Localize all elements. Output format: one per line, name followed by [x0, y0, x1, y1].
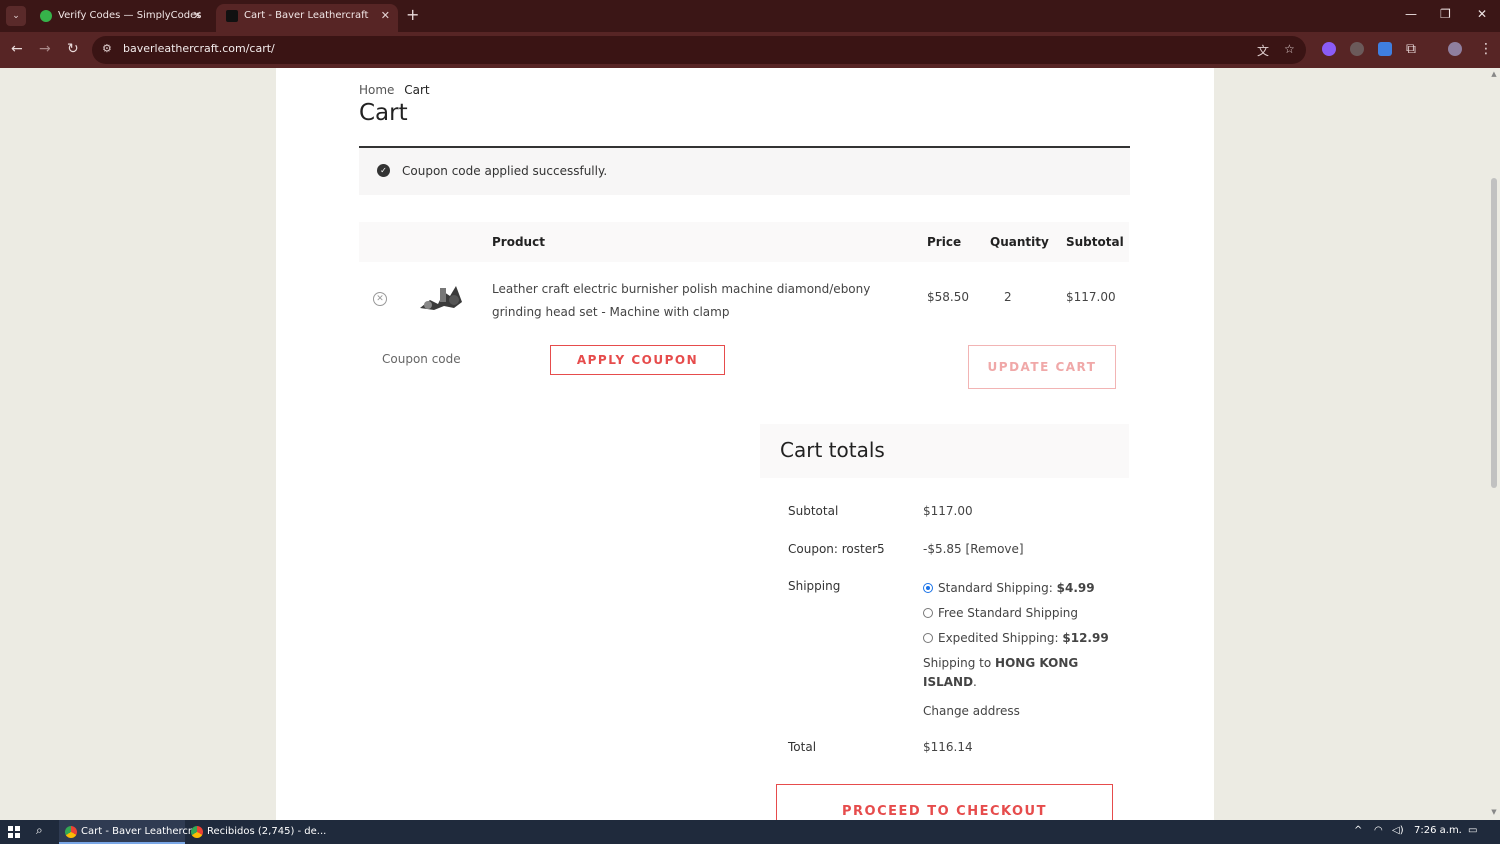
subtotal-label: Subtotal [788, 504, 839, 518]
shipping-destination: Shipping to HONG KONG ISLAND. [923, 656, 1079, 689]
taskbar-app-mail[interactable]: Recibidos (2,745) - de... [185, 820, 326, 844]
minimize-icon[interactable]: — [1405, 7, 1417, 21]
chrome-icon [191, 826, 203, 838]
page-title: Cart [359, 100, 408, 126]
coupon-line-value: -$5.85 [Remove] [923, 542, 1024, 556]
product-thumbnail[interactable] [414, 278, 468, 316]
taskbar-search-icon[interactable]: ⌕ [36, 823, 43, 838]
remove-coupon-link[interactable]: [Remove] [966, 542, 1024, 556]
clock-time[interactable]: 7:26 a.m. [1414, 825, 1462, 836]
cart-totals-title: Cart totals [780, 438, 885, 462]
breadcrumb: Home Cart [359, 83, 430, 97]
back-icon[interactable]: ← [11, 41, 23, 57]
item-subtotal: $117.00 [1066, 290, 1116, 304]
shipping-label: Shipping [788, 579, 841, 593]
os-taskbar: ⌕ Cart - Baver Leathercr... Recibidos (2… [0, 820, 1500, 844]
restore-icon[interactable]: ❐ [1440, 7, 1451, 21]
tab-simplycodes[interactable]: Verify Codes — SimplyCodes ✕ [30, 4, 210, 32]
new-tab-button[interactable]: + [406, 5, 419, 24]
tab-search-button[interactable]: ⌄ [6, 6, 26, 26]
baver-favicon-icon [226, 10, 238, 22]
update-cart-button[interactable]: UPDATE CART [968, 345, 1116, 389]
windows-start-icon[interactable] [8, 826, 20, 838]
header-subtotal: Subtotal [1066, 235, 1124, 249]
url-text[interactable]: baverleathercraft.com/cart/ [123, 42, 275, 55]
page-scrollbar[interactable]: ▲ ▼ [1488, 68, 1500, 820]
product-name-link[interactable]: Leather craft electric burnisher polish … [492, 278, 892, 324]
bookmark-star-icon[interactable]: ☆ [1284, 42, 1295, 56]
proceed-to-checkout-button[interactable]: PROCEED TO CHECKOUT [776, 784, 1113, 820]
radio-expedited[interactable] [923, 633, 933, 643]
header-product: Product [492, 235, 545, 249]
cart-totals-header: Cart totals [760, 424, 1129, 478]
header-price: Price [927, 235, 962, 249]
success-notice: ✓ Coupon code applied successfully. [359, 146, 1130, 195]
total-label: Total [788, 740, 817, 754]
shipping-option-free[interactable]: Free Standard Shipping [923, 606, 1078, 620]
apply-coupon-button[interactable]: APPLY COUPON [550, 345, 725, 375]
tab-cart[interactable]: Cart - Baver Leathercraft ✕ [216, 4, 398, 32]
taskbar-app-cart[interactable]: Cart - Baver Leathercr... [59, 820, 201, 844]
coupon-code-input[interactable]: Coupon code [382, 352, 461, 366]
site-info-icon[interactable]: ⚙ [102, 42, 112, 55]
profile-avatar[interactable] [1448, 42, 1462, 56]
extension-gray-icon[interactable] [1350, 42, 1364, 56]
chrome-icon [65, 826, 77, 838]
notifications-icon[interactable]: ▭ [1468, 825, 1477, 836]
chrome-menu-icon[interactable]: ⋮ [1479, 41, 1493, 57]
radio-free[interactable] [923, 608, 933, 618]
close-tab-icon[interactable]: ✕ [193, 4, 202, 28]
notice-message: Coupon code applied successfully. [402, 164, 608, 178]
breadcrumb-home-link[interactable]: Home [359, 83, 394, 97]
shipping-option-expedited[interactable]: Expedited Shipping: $12.99 [923, 631, 1109, 645]
radio-standard[interactable] [923, 583, 933, 593]
tray-chevron-up-icon[interactable]: ^ [1354, 825, 1362, 836]
extension-purple-icon[interactable] [1322, 42, 1336, 56]
table-row: ✕ Leather craft electric burnisher polis… [359, 268, 1129, 330]
extension-translate-icon[interactable] [1378, 42, 1392, 56]
page-content: Home Cart Cart ✓ Coupon code applied suc… [276, 68, 1214, 820]
browser-toolbar: ← → ↻ ⚙ baverleathercraft.com/cart/ 文 ☆ … [0, 32, 1500, 68]
simplycodes-favicon-icon [40, 10, 52, 22]
reload-icon[interactable]: ↻ [67, 41, 79, 57]
total-value: $116.14 [923, 740, 973, 754]
cart-table-header: Product Price Quantity Subtotal [359, 222, 1129, 262]
close-tab-icon[interactable]: ✕ [381, 4, 390, 28]
close-window-icon[interactable]: ✕ [1477, 7, 1487, 21]
coupon-discount: -$5.85 [923, 542, 962, 556]
shipping-option-standard[interactable]: Standard Shipping: $4.99 [923, 581, 1095, 595]
remove-item-icon[interactable]: ✕ [373, 292, 387, 306]
translate-icon[interactable]: 文 [1257, 42, 1269, 59]
wifi-icon[interactable]: ◠ [1374, 825, 1383, 836]
coupon-line-label: Coupon: roster5 [788, 542, 885, 556]
forward-icon[interactable]: → [39, 41, 51, 57]
breadcrumb-current: Cart [404, 83, 430, 97]
extensions-puzzle-icon[interactable]: ⧉ [1406, 41, 1416, 57]
header-quantity: Quantity [990, 235, 1049, 249]
scroll-down-icon[interactable]: ▼ [1490, 808, 1498, 816]
subtotal-value: $117.00 [923, 504, 973, 518]
scrollbar-thumb[interactable] [1491, 178, 1497, 488]
volume-icon[interactable]: ◁) [1392, 825, 1404, 836]
scroll-up-icon[interactable]: ▲ [1490, 70, 1498, 78]
quantity-input[interactable]: 2 [1004, 290, 1012, 304]
check-circle-icon: ✓ [377, 164, 390, 177]
browser-tab-bar: ⌄ Verify Codes — SimplyCodes ✕ Cart - Ba… [0, 0, 1500, 32]
change-address-link[interactable]: Change address [923, 704, 1020, 718]
address-bar[interactable]: ⚙ baverleathercraft.com/cart/ 文 ☆ [92, 36, 1306, 64]
item-price: $58.50 [927, 290, 969, 304]
